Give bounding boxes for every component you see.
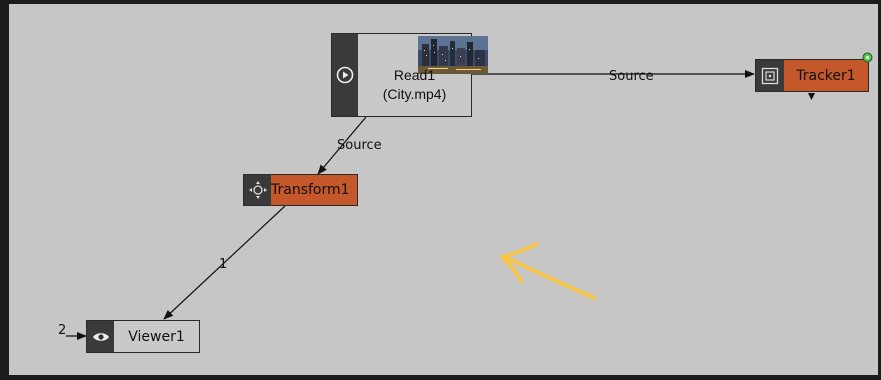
transform-node-sidebar <box>244 175 271 205</box>
read-node-file: (City.mp4) <box>382 86 447 102</box>
viewer-input-label: 2 <box>58 323 67 338</box>
tracker-target-icon[interactable] <box>761 67 779 85</box>
read-node-name: Read1 <box>393 67 436 83</box>
node-graph[interactable]: Source Source 1 2 Read1 (City.mp4) Trans… <box>0 0 881 380</box>
move-arrows-icon[interactable] <box>248 180 268 200</box>
viewer-node[interactable]: Viewer1 <box>86 320 200 353</box>
read-node-label: Read1 (City.mp4) <box>383 66 447 104</box>
viewer-node-label: Viewer1 <box>128 328 185 345</box>
eye-icon[interactable] <box>92 331 110 343</box>
play-circle-icon[interactable] <box>336 66 354 84</box>
link-label-transform-to-viewer: 1 <box>219 257 228 272</box>
read-node[interactable]: Read1 (City.mp4) <box>331 33 488 117</box>
transform-node[interactable]: Transform1 <box>243 174 358 206</box>
tracker-node-label: Tracker1 <box>796 67 856 84</box>
transform-node-label: Transform1 <box>271 182 350 198</box>
tracker-node[interactable]: Tracker1 <box>755 59 869 92</box>
tracker-node-sidebar <box>756 60 784 91</box>
read-node-sidebar <box>332 34 358 116</box>
status-indicator-icon <box>862 52 873 63</box>
viewer-node-sidebar <box>87 321 114 352</box>
link-label-read-to-transform: Source <box>337 138 382 153</box>
link-label-read-to-tracker: Source <box>609 69 654 84</box>
read-node-body: Read1 (City.mp4) <box>358 34 488 116</box>
